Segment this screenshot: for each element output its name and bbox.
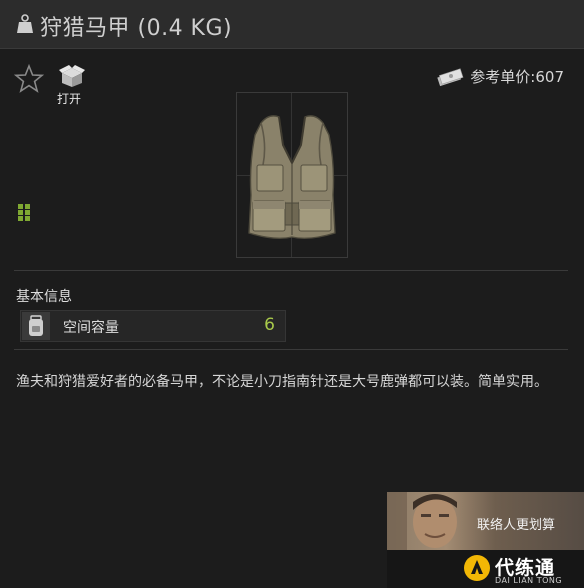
open-label[interactable]: 打开	[57, 90, 81, 107]
promo-caption: 联络人更划算	[477, 518, 556, 533]
box-open-icon[interactable]	[58, 64, 86, 88]
backpack-icon	[29, 315, 43, 336]
promo-photo: 联络人更划算	[387, 492, 584, 550]
grid-size-icon	[18, 204, 30, 221]
price-value: 607	[535, 67, 564, 86]
divider	[14, 349, 568, 350]
promo-banner[interactable]: 联络人更划算 代练通 DAI LIAN TONG	[387, 492, 584, 588]
money-icon	[437, 67, 464, 86]
title-bar: 狩猎马甲 (0.4 KG)	[0, 0, 584, 49]
star-icon[interactable]	[14, 64, 44, 94]
promo-brand-sub: DAI LIAN TONG	[495, 576, 563, 585]
price-label: 参考单价:	[470, 68, 536, 86]
stat-label: 空间容量	[63, 320, 119, 336]
item-title: 狩猎马甲 (0.4 KG)	[40, 16, 233, 41]
stat-icon-box	[22, 312, 50, 340]
brand-logo-icon	[464, 555, 490, 581]
stat-row-capacity: 空间容量 6	[20, 310, 286, 342]
hunting-vest-image	[248, 115, 336, 240]
promo-bar: 代练通 DAI LIAN TONG	[387, 550, 584, 588]
item-description: 渔夫和狩猎爱好者的必备马甲，不论是小刀指南针还是大号鹿弹都可以装。简单实用。	[16, 374, 548, 390]
divider	[14, 270, 568, 271]
weight-icon	[17, 14, 33, 33]
section-title-basic-info: 基本信息	[16, 289, 72, 305]
item-image-box	[236, 92, 348, 258]
stat-value: 6	[264, 315, 275, 335]
reference-price: 参考单价: 607	[436, 66, 564, 87]
